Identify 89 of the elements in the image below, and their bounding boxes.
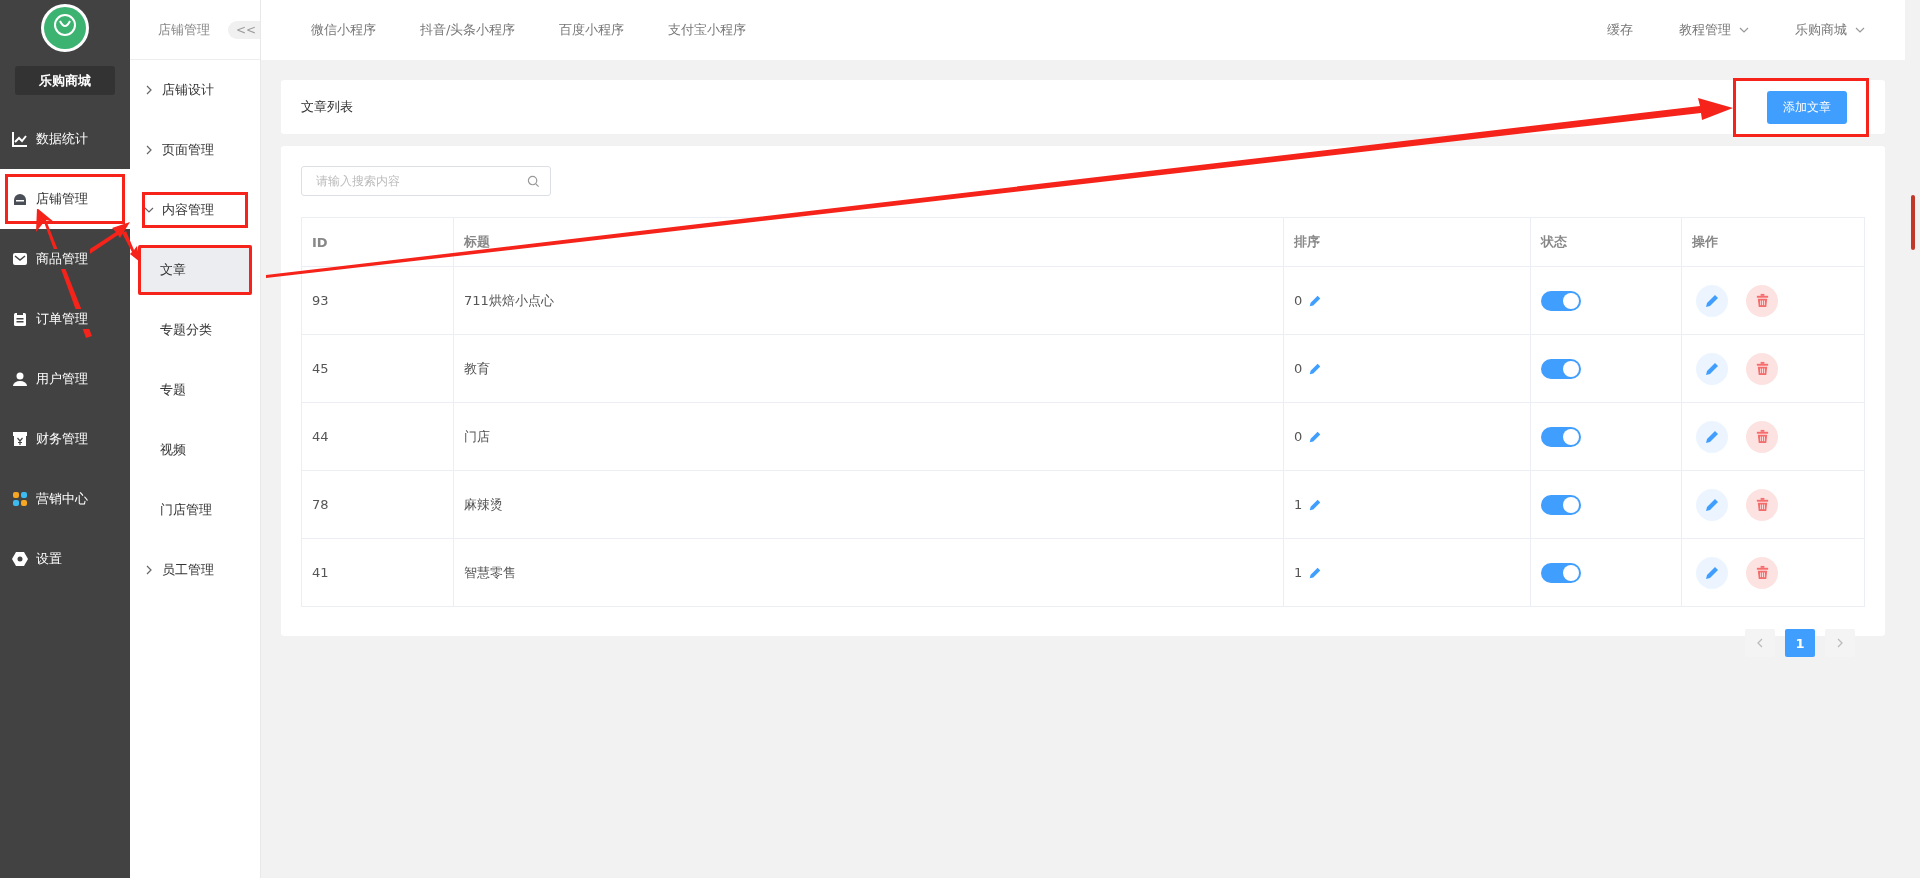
pencil-icon[interactable] xyxy=(1308,429,1323,444)
delete-button[interactable] xyxy=(1746,284,1778,317)
chevron-icon xyxy=(144,565,154,575)
table-cell: 78 xyxy=(312,497,329,512)
pencil-icon xyxy=(1704,564,1720,581)
nav-tab[interactable]: 百度小程序 xyxy=(559,21,625,39)
menu-icon xyxy=(12,551,28,567)
table-cell: 智慧零售 xyxy=(464,563,516,582)
status-switch[interactable] xyxy=(1541,494,1581,515)
menu-icon xyxy=(12,371,28,387)
delete-button[interactable] xyxy=(1746,352,1778,385)
search-field[interactable]: 请输入搜索内容 xyxy=(301,166,551,196)
submenu-item[interactable]: 门店管理 xyxy=(138,485,252,535)
header-menu[interactable]: 教程管理 xyxy=(1679,21,1749,39)
nav-tab[interactable]: 微信小程序 xyxy=(311,21,376,39)
table-cell: 1 xyxy=(1294,497,1303,512)
pencil-icon[interactable] xyxy=(1308,565,1323,580)
pencil-icon xyxy=(1704,292,1720,309)
submenu-item[interactable]: 文章 xyxy=(138,245,252,295)
table-cell: 教育 xyxy=(464,359,490,378)
delete-button[interactable] xyxy=(1746,556,1778,589)
table-cell: 711烘焙小点心 xyxy=(464,291,554,310)
submenu-group[interactable]: 页面管理 xyxy=(130,120,260,180)
edit-button[interactable] xyxy=(1696,556,1728,589)
edit-button[interactable] xyxy=(1696,352,1728,385)
column-header: 排序 xyxy=(1283,218,1530,266)
column-header: 操作 xyxy=(1681,218,1864,266)
trash-icon xyxy=(1754,429,1770,444)
sidebar-item[interactable]: 店铺管理 xyxy=(0,169,130,229)
status-switch[interactable] xyxy=(1541,358,1581,379)
status-switch[interactable] xyxy=(1541,290,1581,311)
caret-icon xyxy=(1855,25,1865,35)
pencil-icon[interactable] xyxy=(1308,293,1323,308)
chevron-icon xyxy=(144,145,154,155)
status-switch[interactable] xyxy=(1541,426,1581,447)
trash-icon xyxy=(1754,565,1770,580)
submenu-title: 店铺管理 xyxy=(158,20,210,39)
table-cell: 0 xyxy=(1294,429,1303,444)
trash-icon xyxy=(1754,361,1770,376)
column-header: ID xyxy=(311,233,329,252)
menu-icon xyxy=(12,431,28,447)
pencil-icon xyxy=(1704,360,1720,377)
menu-icon xyxy=(12,311,28,327)
caret-icon xyxy=(1739,25,1749,35)
trash-icon xyxy=(1754,293,1770,308)
header-menu[interactable]: 乐购商城 xyxy=(1795,21,1865,39)
table-cell: 44 xyxy=(312,429,329,444)
scroll-indicator-icon xyxy=(1911,195,1915,250)
pencil-icon xyxy=(1704,496,1720,513)
column-header: 状态 xyxy=(1530,218,1681,266)
submenu-item[interactable]: 专题分类 xyxy=(138,305,252,355)
card-title: 文章列表 xyxy=(301,98,353,116)
logo-icon xyxy=(40,3,90,53)
table-cell: 93 xyxy=(312,293,329,308)
edit-button[interactable] xyxy=(1696,420,1728,453)
nav-tab[interactable]: 抖音/头条小程序 xyxy=(420,21,516,39)
trash-icon xyxy=(1754,497,1770,512)
submenu-item[interactable]: 视频 xyxy=(138,425,252,475)
edit-button[interactable] xyxy=(1696,284,1728,317)
shop-name: 乐购商城 xyxy=(15,66,115,95)
delete-button[interactable] xyxy=(1746,488,1778,521)
menu-icon xyxy=(12,131,28,147)
table-cell: 门店 xyxy=(464,427,490,446)
chevron-right-icon xyxy=(1835,638,1845,648)
menu-icon xyxy=(12,191,28,207)
submenu-group[interactable]: 店铺设计 xyxy=(130,60,260,120)
header-menu[interactable]: 缓存 xyxy=(1607,21,1633,39)
chevron-icon xyxy=(144,205,154,215)
nav-tab[interactable]: 支付宝小程序 xyxy=(668,21,747,39)
table-cell: 麻辣烫 xyxy=(464,495,503,514)
pencil-icon xyxy=(1704,428,1720,445)
submenu-item[interactable]: 专题 xyxy=(138,365,252,415)
pencil-icon[interactable] xyxy=(1308,497,1323,512)
edit-button[interactable] xyxy=(1696,488,1728,521)
pencil-icon[interactable] xyxy=(1308,361,1323,376)
search-icon xyxy=(527,175,540,188)
table-cell: 45 xyxy=(312,361,329,376)
status-switch[interactable] xyxy=(1541,562,1581,583)
table-cell: 41 xyxy=(312,565,329,580)
delete-button[interactable] xyxy=(1746,420,1778,453)
chevron-icon xyxy=(144,85,154,95)
chevron-left-icon xyxy=(1755,638,1765,648)
menu-icon xyxy=(12,251,28,267)
table-cell: 0 xyxy=(1294,361,1303,376)
submenu-group[interactable]: 内容管理 xyxy=(130,180,260,240)
table-cell: 0 xyxy=(1294,293,1303,308)
submenu-group[interactable]: 员工管理 xyxy=(130,540,260,600)
menu-icon xyxy=(12,491,28,507)
table-cell: 1 xyxy=(1294,565,1303,580)
